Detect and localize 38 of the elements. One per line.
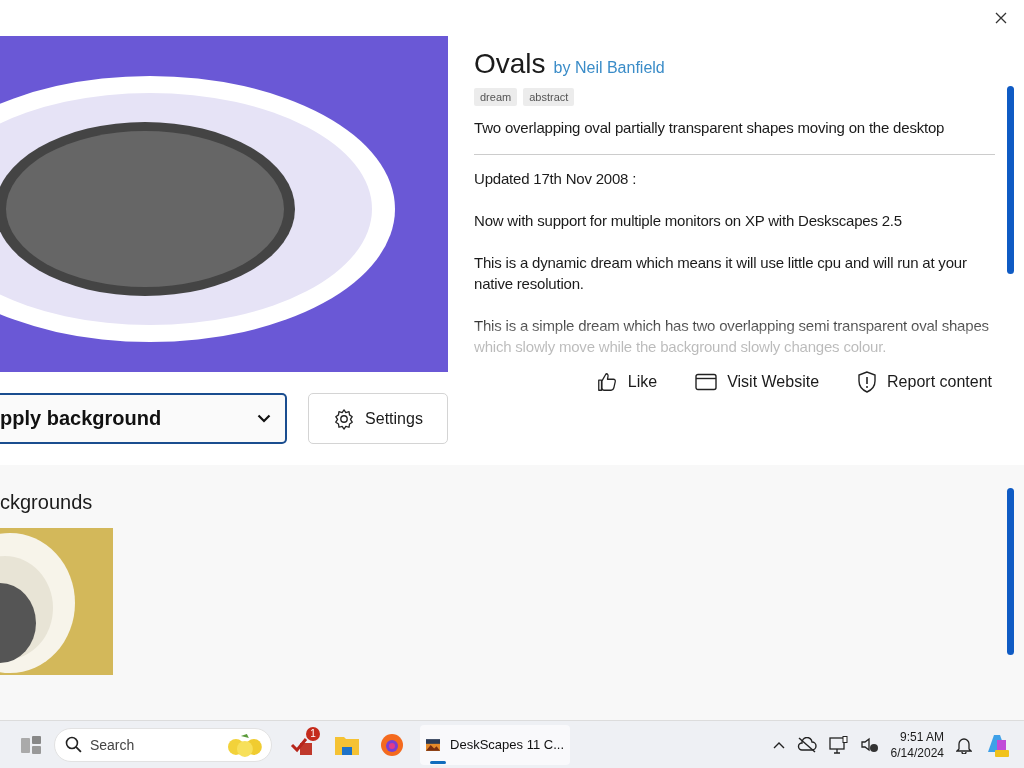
date: 6/14/2024 — [890, 744, 944, 761]
clock[interactable]: 9:51 AM 6/14/2024 — [890, 728, 944, 761]
widgets-icon[interactable] — [20, 733, 42, 756]
section-heading: ckgrounds — [0, 491, 94, 514]
like-button[interactable]: Like — [591, 367, 662, 397]
description-paragraph: Updated 17th Nov 2008 : — [474, 169, 638, 189]
website-button[interactable]: Visit Website — [691, 367, 824, 397]
description-paragraph: Now with support for multiple monitors on XP with Deskscapes 2.5 — [474, 211, 903, 231]
author-link[interactable]: by Neil Banfield — [553, 59, 665, 77]
browser-icon[interactable] — [380, 732, 404, 757]
description-paragraph: This is a dynamic dream which means it will use little cpu and will run at your native resolution. — [474, 253, 968, 294]
time: 9:51 AM — [899, 728, 944, 745]
search-placeholder: Search — [89, 736, 136, 753]
thumbs-up-icon — [595, 371, 618, 393]
chevron-down-icon — [257, 414, 271, 423]
chevron-up-icon[interactable] — [772, 740, 785, 749]
title: Ovals — [474, 48, 546, 80]
search-field[interactable]: Search — [54, 727, 272, 762]
tag: abstract — [523, 88, 575, 106]
scrollbar[interactable] — [1007, 488, 1014, 655]
scrollbar[interactable] — [1007, 86, 1014, 274]
cloud-off-icon[interactable] — [796, 736, 817, 753]
summary: Two overlapping oval partially transparent shapes moving on the desktop — [474, 119, 995, 155]
description-paragraph: This is a simple dream which has two overlapping semi transparent oval shapes which slowly move while the background slowly changes colour. — [474, 316, 990, 357]
monitor-icon[interactable] — [828, 735, 849, 754]
apply-dropdown[interactable]: pply background — [0, 393, 287, 444]
settings-button[interactable]: Settings — [308, 393, 448, 444]
tag: dream — [474, 88, 518, 106]
notification-badge: 1 — [306, 726, 320, 741]
bell-icon[interactable] — [956, 735, 972, 754]
speaker-muted-icon[interactable] — [860, 736, 879, 753]
window-icon — [695, 373, 718, 391]
lemons-icon — [227, 732, 263, 757]
search-icon — [65, 736, 82, 753]
report-button[interactable]: Report content — [853, 367, 996, 397]
shield-icon — [857, 371, 878, 393]
taskbar-app-button[interactable]: DeskScapes 11 C... — [420, 724, 570, 765]
settings-icon — [333, 407, 356, 430]
